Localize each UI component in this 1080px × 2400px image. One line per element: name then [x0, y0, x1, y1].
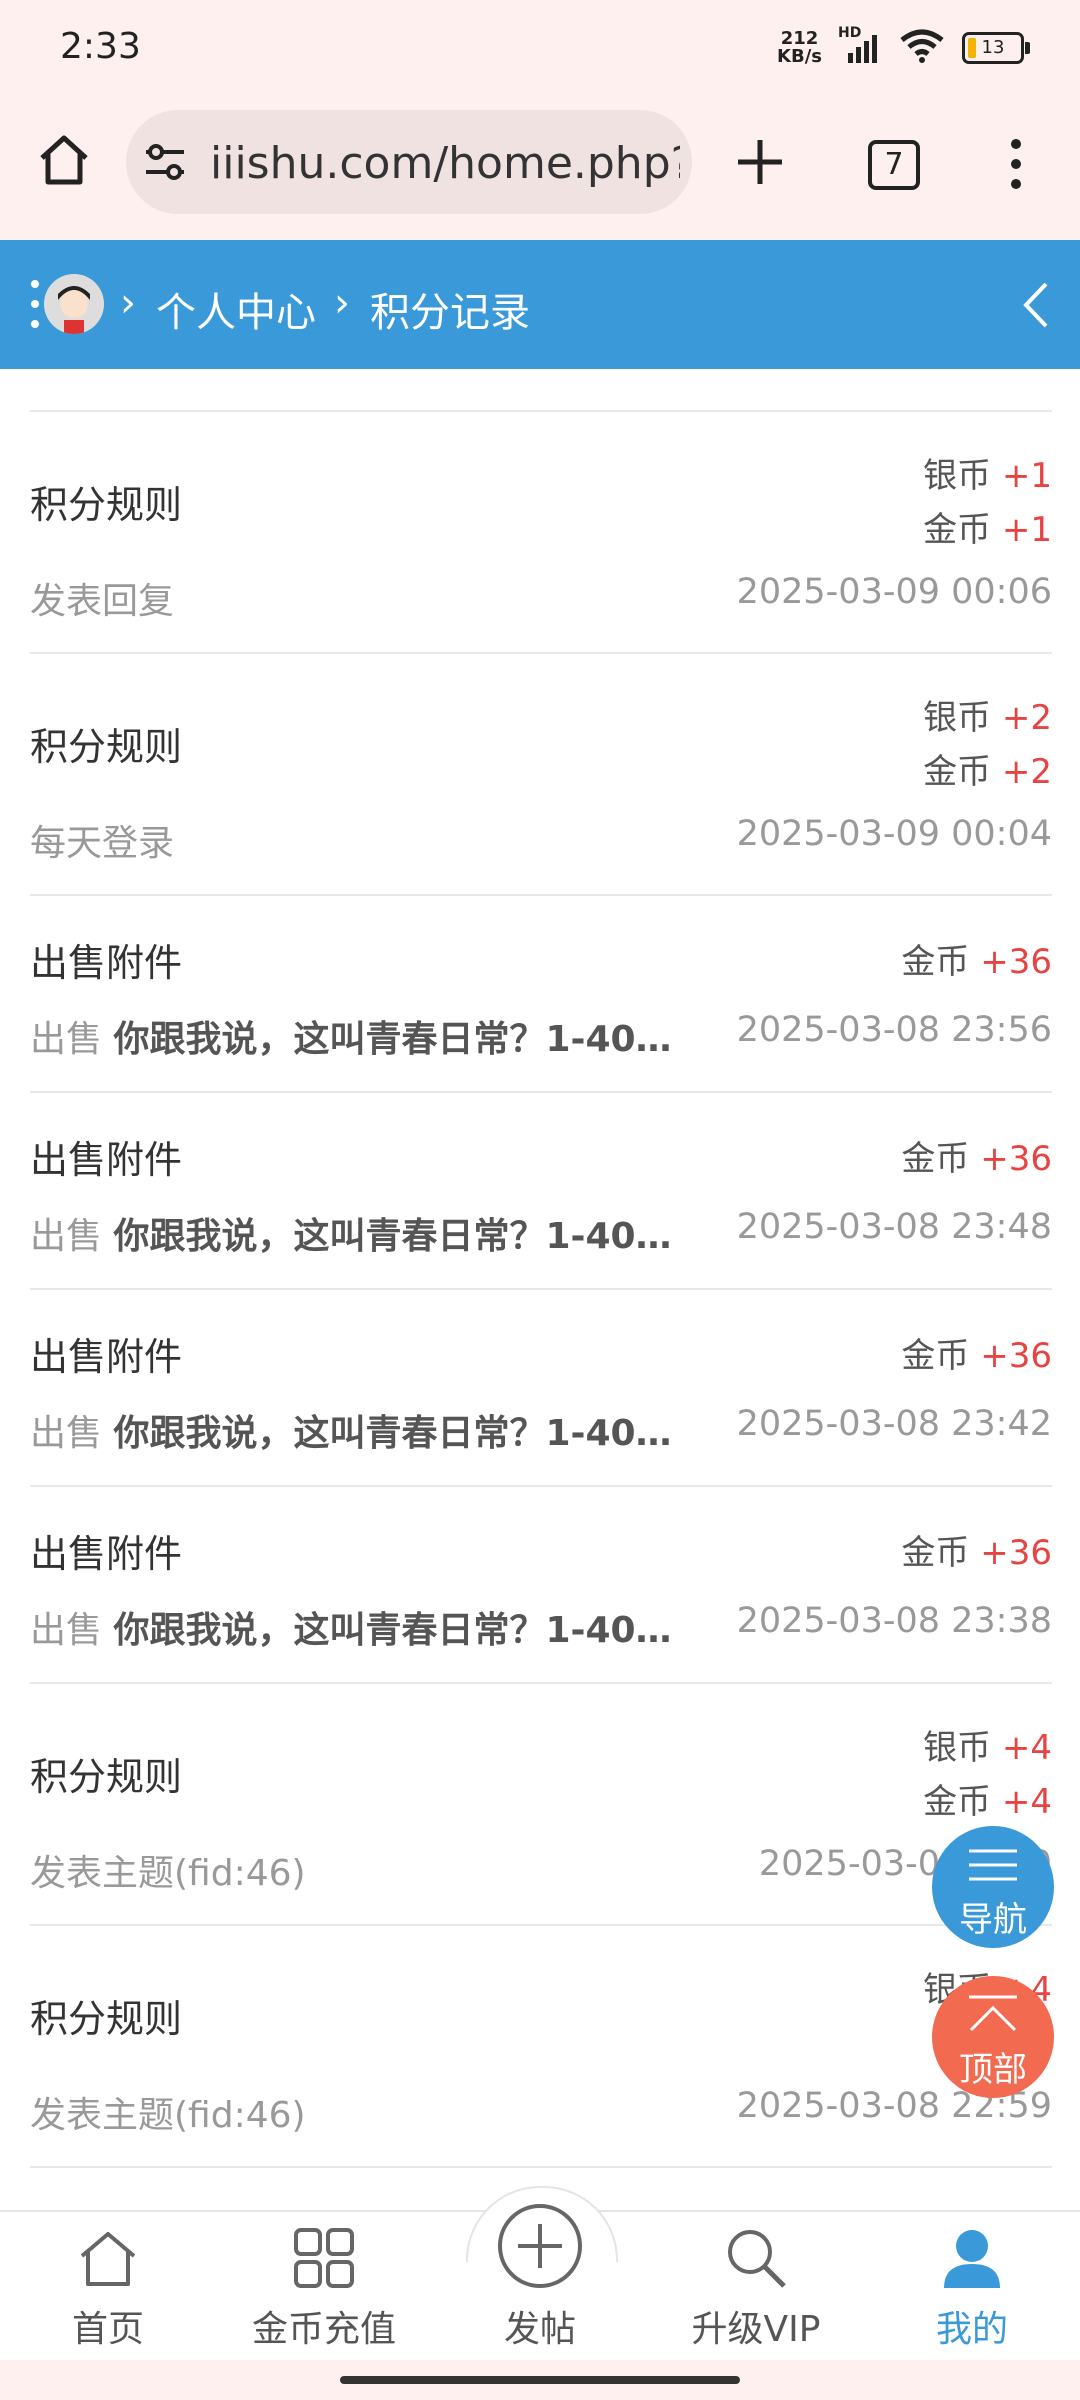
credit-change: 金币 +1 [923, 510, 1052, 550]
tab-switcher-button[interactable]: 7 [868, 140, 920, 190]
breadcrumb-separator: › [120, 280, 136, 326]
record-title: 积分规则 [30, 725, 183, 769]
record-desc[interactable]: 出售 你跟我说，这叫青春日常？1-40… [30, 1207, 690, 1259]
record-desc[interactable]: 出售 你跟我说，这叫青春日常？1-40… [30, 1601, 690, 1653]
record-date: 2025-03-08 23:42 [736, 1404, 1052, 1444]
browser-toolbar: iiishu.com/home.php?mod=spacecp&ac=credi… [0, 96, 1080, 240]
record-title: 积分规则 [30, 483, 183, 527]
plus-icon [738, 140, 782, 184]
record-desc: 发表主题(fid:46) [30, 1853, 306, 1894]
record-date: 2025-03-09 00:04 [736, 814, 1052, 854]
record-title: 出售附件 [30, 1335, 183, 1379]
breadcrumb-separator: › [334, 280, 350, 326]
page-header: › 个人中心 › 积分记录 [0, 240, 1080, 369]
arrow-up-icon [969, 1995, 1017, 2032]
back-to-top-button[interactable]: 顶部 [932, 1976, 1054, 2098]
user-icon [944, 2230, 1000, 2288]
credit-log-list: 银币 +1 积分规则 金币 +1 发表回复 2025-03-09 00:06 银… [30, 410, 1052, 2168]
menu-dots-icon[interactable] [30, 278, 40, 334]
signal-icon: HD [838, 25, 882, 65]
list-item: 出售附件 金币 +36 出售 你跟我说，这叫青春日常？1-40… 2025-03… [30, 1093, 1052, 1290]
nav-post[interactable]: 发帖 [432, 2204, 648, 2362]
record-desc: 每天登录 [30, 823, 175, 864]
credit-change: 金币 +36 [901, 1336, 1052, 1376]
nav-mine[interactable]: 我的 [864, 2212, 1080, 2362]
home-icon [80, 2232, 136, 2286]
nav-float-label: 导航 [959, 1900, 1027, 1940]
plus-circle-icon [498, 2204, 582, 2288]
list-item: 出售附件 金币 +36 出售 你跟我说，这叫青春日常？1-40… 2025-03… [30, 896, 1052, 1093]
credit-change: 金币 +36 [901, 942, 1052, 982]
more-menu-button[interactable] [1006, 136, 1026, 196]
list-item: 银币 +2 积分规则 金币 +2 每天登录 2025-03-09 00:04 [30, 654, 1052, 896]
bottom-nav: 首页 金币充值 发帖 升级VIP 我的 [0, 2186, 1080, 2362]
menu-icon [969, 1849, 1017, 1881]
battery-icon: 13 [962, 32, 1030, 64]
status-bar: 2:33 212 KB/s HD 13 [0, 0, 1080, 96]
record-title: 出售附件 [30, 1138, 183, 1182]
wifi-icon [898, 28, 946, 68]
list-item: 银币 +4 积分规则 发表主题(fid:46) 2025-03-08 22:59 [30, 1926, 1052, 2168]
record-desc: 发表回复 [30, 581, 175, 622]
list-item: 出售附件 金币 +36 出售 你跟我说，这叫青春日常？1-40… 2025-03… [30, 1487, 1052, 1684]
home-button[interactable] [34, 130, 94, 194]
search-icon [728, 2230, 786, 2288]
credit-change: 金币 +36 [901, 1533, 1052, 1573]
nav-recharge[interactable]: 金币充值 [216, 2212, 432, 2362]
back-button[interactable] [1020, 280, 1050, 334]
network-speed: 212 KB/s [777, 28, 822, 67]
back-to-top-label: 顶部 [959, 2050, 1027, 2090]
breadcrumb-personal-center[interactable]: 个人中心 [156, 280, 316, 338]
gesture-area [0, 2360, 1080, 2400]
credit-change: 金币 +2 [923, 752, 1052, 792]
list-item: 银币 +1 积分规则 金币 +1 发表回复 2025-03-09 00:06 [30, 412, 1052, 654]
record-date: 2025-03-08 23:38 [736, 1601, 1052, 1641]
credit-change: 金币 +36 [901, 1139, 1052, 1179]
record-desc[interactable]: 出售 你跟我说，这叫青春日常？1-40… [30, 1010, 690, 1062]
home-icon [40, 135, 88, 185]
list-item: 出售附件 金币 +36 出售 你跟我说，这叫青春日常？1-40… 2025-03… [30, 1290, 1052, 1487]
credit-change: 银币 +4 [923, 1728, 1052, 1768]
record-title: 出售附件 [30, 941, 183, 985]
grid-icon [294, 2228, 354, 2288]
credit-change: 银币 +2 [923, 698, 1052, 738]
record-date: 2025-03-09 00:06 [736, 572, 1052, 612]
status-icons: 212 KB/s HD 13 [777, 25, 1030, 68]
status-time: 2:33 [60, 26, 141, 67]
record-date: 2025-03-08 23:56 [736, 1010, 1052, 1050]
nav-float-button[interactable]: 导航 [932, 1826, 1054, 1948]
credit-change: 银币 +1 [923, 456, 1052, 496]
nav-home[interactable]: 首页 [0, 2212, 216, 2362]
chevron-left-icon [1023, 282, 1048, 328]
record-desc[interactable]: 出售 你跟我说，这叫青春日常？1-40… [30, 1404, 690, 1456]
credit-change: 金币 +4 [923, 1782, 1052, 1822]
list-item: 银币 +4 积分规则 金币 +4 发表主题(fid:46) 2025-03-08… [30, 1684, 1052, 1926]
gesture-handle[interactable] [340, 2376, 740, 2384]
record-title: 出售附件 [30, 1532, 183, 1576]
address-bar[interactable]: iiishu.com/home.php?mod=spacecp&ac=credi… [126, 110, 692, 214]
record-title: 积分规则 [30, 1755, 183, 1799]
record-desc: 发表主题(fid:46) [30, 2095, 306, 2136]
avatar[interactable] [44, 274, 104, 334]
nav-upgrade-vip[interactable]: 升级VIP [648, 2212, 864, 2362]
record-title: 积分规则 [30, 1997, 183, 2041]
breadcrumb-credit-log: 积分记录 [370, 290, 530, 336]
record-date: 2025-03-08 23:48 [736, 1207, 1052, 1247]
site-settings-icon[interactable] [142, 142, 188, 186]
more-vert-icon [1011, 139, 1021, 189]
url-text: iiishu.com/home.php?mod=spacecp&ac=credi… [210, 138, 680, 189]
new-tab-button[interactable] [734, 136, 786, 192]
